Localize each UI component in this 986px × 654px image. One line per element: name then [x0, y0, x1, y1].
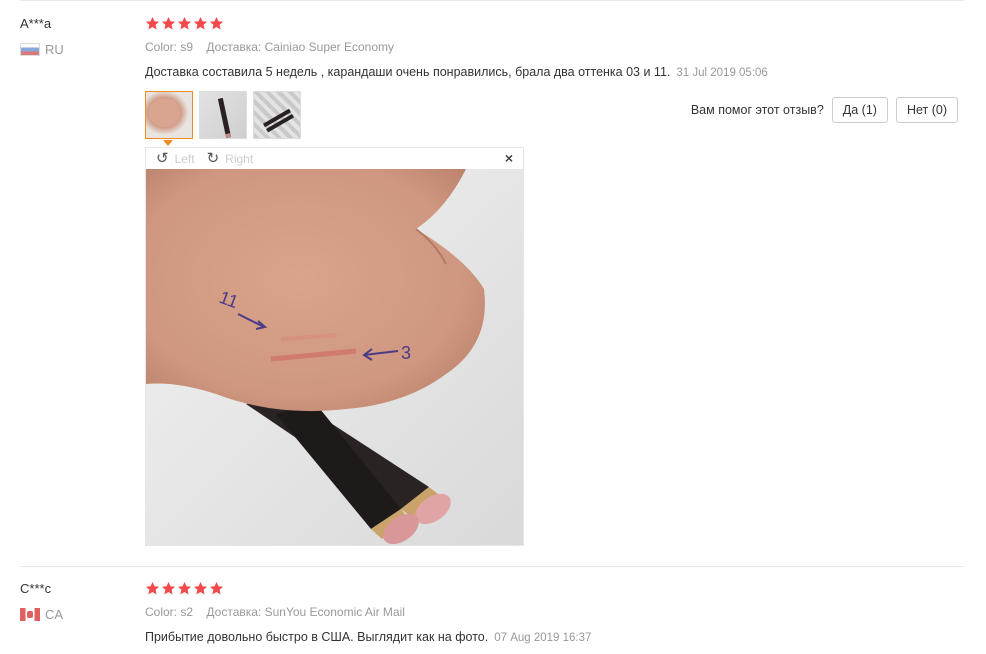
helpful-vote: Вам помог этот отзыв? Да (1) Нет (0) [691, 97, 958, 123]
flag-ru-icon [20, 43, 40, 56]
star-icon [193, 581, 208, 596]
photo-viewer: ↺ Left ↻ Right × 11 3 [145, 147, 524, 546]
star-icon [193, 16, 208, 31]
review-author: A***a [20, 16, 52, 31]
country-code: CA [45, 607, 64, 622]
hand [146, 169, 485, 412]
star-rating [145, 16, 224, 31]
review-date: 31 Jul 2019 05:06 [676, 67, 768, 79]
shipping-value: SunYou Economic Air Mail [264, 605, 405, 619]
review-photo: 11 3 [146, 169, 523, 545]
color-label: Color: [145, 605, 178, 619]
shipping-label: Доставка: [206, 40, 262, 54]
star-icon [177, 16, 192, 31]
top-divider [20, 0, 964, 1]
photo-thumbnails [145, 91, 301, 139]
star-icon [161, 581, 176, 596]
review-divider [20, 566, 964, 567]
helpful-question: Вам помог этот отзыв? [690, 103, 824, 117]
helpful-no-button[interactable]: Нет (0) [895, 97, 958, 123]
review-text: Прибытие довольно быстро в США. Выглядит… [145, 630, 489, 644]
author-country: RU [20, 42, 64, 57]
country-code: RU [45, 42, 64, 57]
photo-thumbnail-1[interactable] [145, 91, 193, 139]
photo-thumbnail-2[interactable] [199, 91, 247, 139]
review-photo-image: 11 3 [146, 169, 523, 545]
star-icon [145, 581, 160, 596]
rotate-right-label: Right [225, 151, 254, 166]
rotate-left-icon: ↺ [156, 150, 169, 167]
review-author: C***c [20, 581, 52, 596]
photo-viewer-toolbar: ↺ Left ↻ Right × [146, 148, 523, 169]
active-thumbnail-caret [163, 140, 173, 146]
star-icon [161, 16, 176, 31]
review-text-line: Доставка составила 5 недель , карандаши … [145, 65, 768, 79]
color-value: s9 [180, 40, 194, 54]
shipping-label: Доставка: [206, 605, 262, 619]
review-text-line: Прибытие довольно быстро в США. Выглядит… [145, 630, 591, 644]
author-country: CA [20, 607, 63, 622]
annotation-3: 3 [401, 343, 411, 363]
rotate-left-button[interactable]: ↺ Left [156, 151, 195, 166]
order-info: Color: s2 Доставка: SunYou Economic Air … [145, 605, 405, 619]
order-info: Color: s9 Доставка: Cainiao Super Econom… [145, 40, 394, 54]
rotate-right-button[interactable]: ↻ Right [207, 151, 254, 166]
helpful-yes-button[interactable]: Да (1) [831, 97, 888, 123]
star-icon [209, 581, 224, 596]
star-icon [145, 16, 160, 31]
star-rating [145, 581, 224, 596]
shipping-value: Cainiao Super Economy [264, 40, 395, 54]
star-icon [209, 16, 224, 31]
flag-ca-icon [20, 608, 40, 621]
rotate-left-label: Left [174, 151, 195, 166]
rotate-right-icon: ↻ [206, 150, 220, 167]
photo-thumbnail-3[interactable] [253, 91, 301, 139]
close-icon[interactable]: × [505, 150, 513, 166]
review-date: 07 Aug 2019 16:37 [494, 632, 592, 644]
star-icon [177, 581, 192, 596]
color-value: s2 [180, 605, 194, 619]
color-label: Color: [145, 40, 178, 54]
review-text: Доставка составила 5 недель , карандаши … [145, 65, 671, 79]
